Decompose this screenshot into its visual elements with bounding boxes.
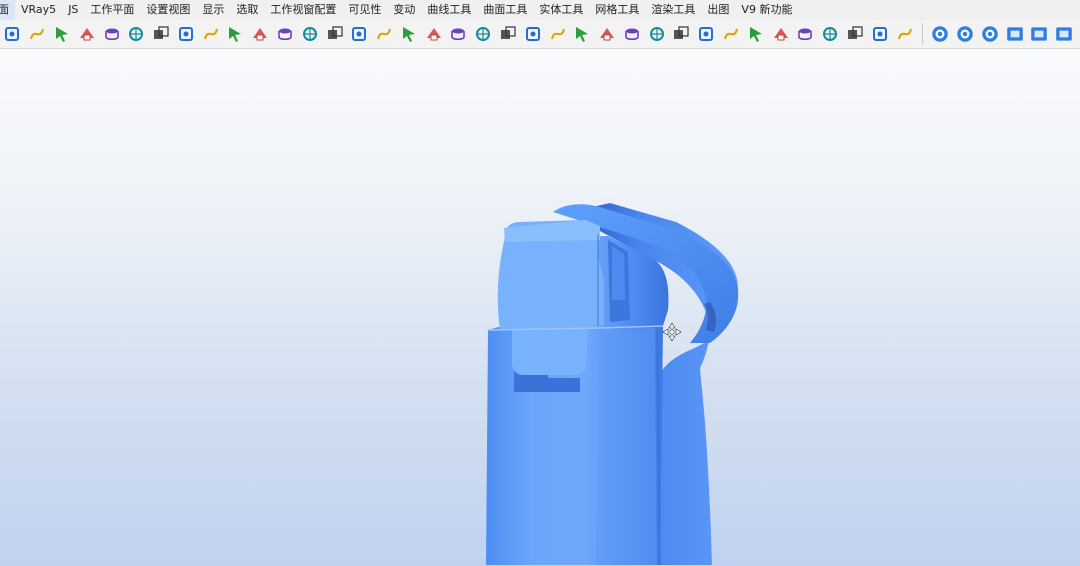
sphere-icon[interactable]	[647, 24, 667, 44]
view-top-icon[interactable]	[930, 24, 950, 44]
fill-icon[interactable]	[696, 24, 716, 44]
menu-item-10[interactable]: 曲线工具	[421, 0, 477, 20]
frame-icon[interactable]	[1054, 24, 1074, 44]
select-points-icon[interactable]	[126, 24, 146, 44]
select-curves-icon[interactable]	[151, 24, 171, 44]
point-cloud-icon[interactable]	[597, 24, 617, 44]
menu-bar: 面 VRay5 JS 工作平面 设置视图 显示 选取 工作视窗配置 可见性 变动 曲线工具 曲面工具实…	[0, 0, 1080, 20]
cylinder-icon[interactable]	[250, 24, 270, 44]
menu-item-1[interactable]: VRay5	[15, 0, 62, 20]
menu-item-16[interactable]: V9 新功能	[735, 0, 798, 20]
menu-item-11[interactable]: 曲面工具	[477, 0, 533, 20]
menu-item-6[interactable]: 选取	[230, 0, 264, 20]
plane-icon[interactable]	[1005, 24, 1025, 44]
target-icon[interactable]	[201, 24, 221, 44]
loft-icon[interactable]	[300, 24, 320, 44]
menu-item-4[interactable]: 设置视图	[140, 0, 196, 20]
text-icon[interactable]	[671, 24, 691, 44]
menu-item-2[interactable]: JS	[62, 0, 84, 20]
rotate-icon[interactable]	[448, 24, 468, 44]
arc-icon[interactable]	[845, 24, 865, 44]
viewport-icon[interactable]	[424, 24, 444, 44]
layer-icon[interactable]	[498, 24, 518, 44]
window-select-icon[interactable]	[102, 24, 122, 44]
lock-icon[interactable]	[374, 24, 394, 44]
perspective-viewport[interactable]	[0, 49, 1080, 566]
menu-item-9[interactable]: 变动	[387, 0, 421, 20]
view-right-icon[interactable]	[980, 24, 1000, 44]
tool-icon[interactable]	[870, 24, 890, 44]
gumball-icon[interactable]	[225, 24, 245, 44]
material-icon[interactable]	[523, 24, 543, 44]
menu-item-13[interactable]: 网格工具	[589, 0, 645, 20]
3d-model-render	[486, 203, 739, 566]
gumball-cursor-icon	[662, 322, 682, 342]
spline-icon[interactable]	[572, 24, 592, 44]
menu-item-8[interactable]: 可见性	[342, 0, 387, 20]
diamond-icon[interactable]	[771, 24, 791, 44]
box-icon[interactable]	[349, 24, 369, 44]
select-objects-icon[interactable]	[176, 24, 196, 44]
main-toolbar	[0, 20, 1080, 49]
render-icon[interactable]	[548, 24, 568, 44]
cube-icon[interactable]	[795, 24, 815, 44]
menu-item-5[interactable]: 显示	[196, 0, 230, 20]
scale-icon[interactable]	[473, 24, 493, 44]
lasso-select-icon[interactable]	[52, 24, 72, 44]
move-icon[interactable]	[399, 24, 419, 44]
pencil-icon[interactable]	[622, 24, 642, 44]
menu-item-7[interactable]: 工作视窗配置	[264, 0, 342, 20]
spiral-icon[interactable]	[746, 24, 766, 44]
extrude-icon[interactable]	[325, 24, 345, 44]
menu-item-12[interactable]: 实体工具	[533, 0, 589, 20]
arrow-icon[interactable]	[2, 24, 22, 44]
menu-item-3[interactable]: 工作平面	[84, 0, 140, 20]
menu-item-14[interactable]: 渲染工具	[645, 0, 701, 20]
polyline-icon[interactable]	[820, 24, 840, 44]
view-front-icon[interactable]	[955, 24, 975, 44]
checker-icon[interactable]	[77, 24, 97, 44]
shade-icon[interactable]	[1029, 24, 1049, 44]
toolbar-separator	[921, 23, 923, 45]
chain-icon[interactable]	[721, 24, 741, 44]
curve-brush-icon[interactable]	[27, 24, 47, 44]
surface-patch-icon[interactable]	[275, 24, 295, 44]
menu-item-0[interactable]: 面	[0, 0, 15, 20]
solid-box-icon[interactable]	[895, 24, 915, 44]
menu-item-15[interactable]: 出图	[701, 0, 735, 20]
